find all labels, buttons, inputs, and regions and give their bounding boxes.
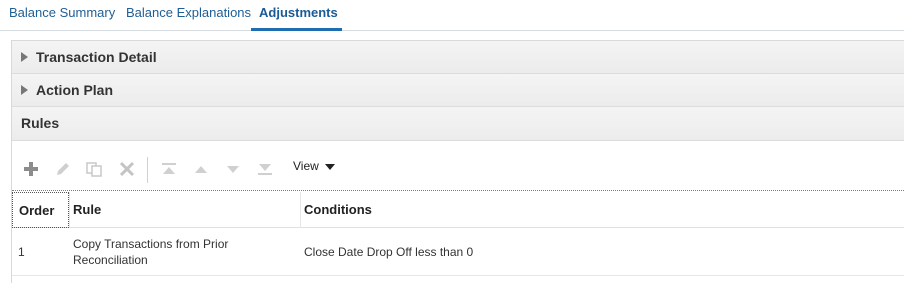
rules-header: Rules [12, 107, 904, 141]
row-rule-cell: Copy Transactions from Prior Reconciliat… [73, 237, 229, 267]
tab-adjustments[interactable]: Adjustments [251, 0, 342, 31]
row-order-cell: 1 [18, 245, 25, 259]
move-down-icon[interactable] [224, 161, 242, 177]
move-top-icon[interactable] [160, 161, 178, 177]
view-menu-button[interactable]: View [293, 159, 335, 173]
row-conditions-cell: Close Date Drop Off less than 0 [304, 245, 474, 259]
column-header-rule[interactable]: Rule [73, 192, 101, 228]
section-title-transaction-detail: Transaction Detail [36, 49, 157, 65]
expand-triangle-icon[interactable] [21, 85, 28, 95]
expand-triangle-icon[interactable] [21, 52, 28, 62]
table-row[interactable]: 1 Copy Transactions from Prior Reconcili… [12, 228, 904, 276]
add-icon[interactable] [22, 161, 40, 177]
view-menu-label: View [293, 159, 319, 173]
duplicate-icon[interactable] [85, 161, 103, 177]
tab-balance-explanations[interactable]: Balance Explanations [126, 0, 251, 31]
section-title-rules: Rules [21, 115, 60, 131]
column-header-conditions[interactable]: Conditions [304, 192, 372, 228]
action-plan-header[interactable]: Action Plan [12, 74, 904, 107]
edit-icon[interactable] [54, 161, 72, 177]
section-title-action-plan: Action Plan [36, 82, 114, 98]
toolbar-separator [147, 157, 148, 183]
tab-balance-summary[interactable]: Balance Summary [9, 0, 115, 31]
column-divider [69, 192, 70, 228]
tab-bar: Balance Summary Balance Explanations Adj… [0, 0, 904, 31]
column-header-order[interactable]: Order [12, 192, 69, 228]
move-bottom-icon[interactable] [256, 161, 274, 177]
transaction-detail-header[interactable]: Transaction Detail [12, 41, 904, 74]
column-divider [300, 192, 301, 228]
rules-toolbar: View [12, 147, 904, 191]
chevron-down-icon [324, 163, 335, 170]
rules-table-header: Order Rule Conditions [12, 192, 904, 228]
adjustments-panel: Transaction Detail Action Plan Rules Vie… [11, 40, 904, 283]
delete-icon[interactable] [118, 161, 136, 177]
move-up-icon[interactable] [192, 161, 210, 177]
